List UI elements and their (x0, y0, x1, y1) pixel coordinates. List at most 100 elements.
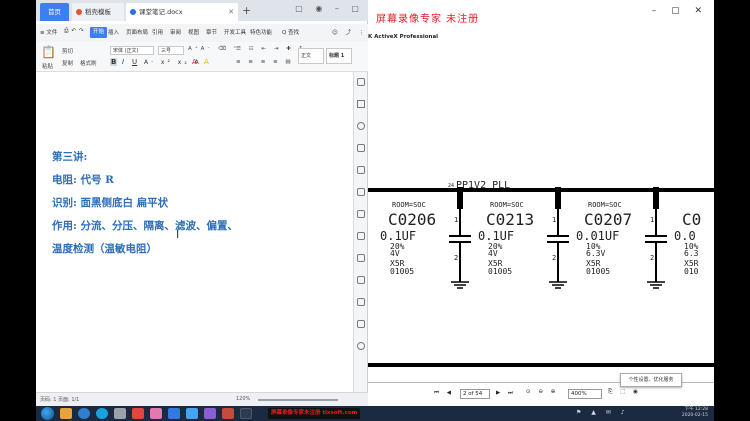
schematic-drawing: 24 PP1V2_PLL 12ROOM=SOCC02060.1UF20%4VX5… (368, 180, 714, 367)
menu-view[interactable]: 视图 (188, 28, 199, 36)
room-label: ROOM=SOC (588, 201, 622, 209)
list-icons[interactable]: ☰ ☷ ⇤ ⇥ ✚ ↕ (236, 46, 306, 52)
view-icons[interactable]: ⊙ ⊖ ⊕ (526, 389, 558, 395)
quick-access-icons[interactable]: ⎙↶↷ (64, 28, 87, 35)
tray-icons[interactable]: ⚑ ▲ ✉ ♪ (576, 409, 629, 416)
font-size-select[interactable]: 三号 (158, 46, 184, 55)
pin-number: 2 (552, 254, 556, 262)
zoom-slider[interactable] (258, 399, 338, 401)
close-tab-icon[interactable]: ✕ (228, 3, 234, 21)
component-ref: C0207 (584, 210, 632, 229)
style-normal[interactable]: 正文 (298, 48, 324, 64)
browser-icon[interactable] (78, 408, 90, 419)
bold-button[interactable]: B (110, 58, 118, 66)
component-package: 01005 (390, 267, 414, 276)
document-icon (130, 9, 136, 15)
menu-special[interactable]: 特色功能 (250, 28, 272, 36)
new-tab-button[interactable]: + (242, 3, 251, 19)
align-icons[interactable]: ≡ ≡ ≡ ≡ ▤ (236, 59, 294, 65)
comment-icon[interactable] (357, 254, 365, 262)
doc-line: 第三讲: (52, 151, 88, 163)
messenger-icon[interactable] (168, 408, 180, 419)
component-value: 0.0 (674, 229, 696, 243)
doc-line: 温度检测（温敏电阻） (52, 243, 157, 255)
capacitor-pin-pad (457, 187, 463, 209)
font-color-icon[interactable]: A (192, 58, 197, 66)
backup-icon[interactable] (357, 298, 365, 306)
tab-home[interactable]: 首页 (40, 3, 69, 21)
copy-button[interactable]: 复制 (62, 59, 73, 67)
font-name-select[interactable]: 宋体 (正文) (110, 46, 154, 55)
doc-line: 识别: 面黑侧底白 扁平状 (52, 197, 169, 209)
paste-button[interactable]: 粘贴 (42, 62, 53, 70)
component-ref: C0213 (486, 210, 534, 229)
image-icon[interactable] (357, 188, 365, 196)
page-nav-icons[interactable]: ⏮ ◀ (434, 390, 454, 397)
tab-document[interactable]: 课堂笔记.docx ✕ (126, 3, 238, 21)
share-icons[interactable]: ☺ ⤴ ⋮ (332, 28, 367, 36)
wps-side-panel (353, 72, 367, 392)
pin-number: 1 (454, 216, 458, 224)
wps-taskbar-icon[interactable] (132, 408, 144, 419)
font-grow-icons[interactable]: A⁺A⁻ ⌫ ⁿ (188, 46, 239, 52)
tool-icons[interactable]: ⎘ ⬚ ◉ (608, 389, 641, 396)
link-icon[interactable] (357, 144, 365, 152)
screen: 首页 稻壳模板 课堂笔记.docx ✕ + ▢ ◉ – ▢ ≡ 文件 ⎙↶↷ 开始… (36, 0, 714, 421)
menu-review[interactable]: 审阅 (170, 28, 181, 36)
notification-toast[interactable]: 个性设置、优化服务 (620, 373, 682, 387)
recorder-icon[interactable] (240, 408, 252, 419)
chat-icon[interactable] (150, 408, 162, 419)
cut-button[interactable]: 剪切 (62, 47, 73, 55)
zoom-select[interactable]: 400% (568, 389, 602, 399)
share-icon[interactable] (357, 276, 365, 284)
menu-references[interactable]: 引用 (152, 28, 163, 36)
pdf-page[interactable]: 24 PP1V2_PLL 1 2 ROOM=SOC C0206 0.1UF 20% 4V X5… (368, 44, 714, 382)
table-icon[interactable] (357, 210, 365, 218)
format-painter-button[interactable]: 格式刷 (80, 59, 97, 67)
menu-file[interactable]: ≡ 文件 (40, 28, 57, 36)
room-label: ROOM=SOC (392, 201, 426, 209)
recorder-watermark: 屏幕录像专家 未注册 (376, 14, 480, 25)
menu-start[interactable]: 开始 (90, 27, 108, 38)
expand-icon[interactable] (357, 78, 365, 86)
pdf-subtitle: K ActiveX Professional (368, 34, 439, 40)
menu-insert[interactable]: 插入 (108, 28, 119, 36)
tab-templates[interactable]: 稻壳模板 (72, 3, 124, 21)
wps-status-bar: 页码: 1 页面: 1/1 120% (36, 392, 368, 406)
navigation-icon[interactable] (357, 122, 365, 130)
capacitor-group: 12ROOM=SOCC02060.1UF20%4VX5R0100512ROOM=… (380, 187, 701, 289)
pin-number: 1 (650, 216, 654, 224)
writer-icon[interactable] (186, 408, 198, 419)
menu-page-layout[interactable]: 页面布局 (126, 28, 148, 36)
italic-button[interactable]: I (122, 58, 124, 66)
underline-button[interactable]: U (132, 58, 137, 66)
menu-chapter[interactable]: 章节 (206, 28, 217, 36)
chart-icon[interactable] (357, 232, 365, 240)
help-icon[interactable] (357, 342, 365, 350)
page-indicator[interactable]: 2 of 54 (460, 389, 490, 399)
wps-menu-bar: ≡ 文件 ⎙↶↷ 开始 插入 页面布局 引用 审阅 视图 章节 开发工具 特色功… (36, 24, 368, 42)
paste-icon[interactable]: 📋 (41, 45, 56, 59)
clock[interactable]: 下午 12:28 2020-02-15 (682, 407, 708, 419)
menu-search[interactable]: Q 查找 (282, 28, 299, 36)
viewer-icon[interactable] (204, 408, 216, 419)
component-voltage: 4V (488, 249, 498, 258)
menu-dev-tools[interactable]: 开发工具 (224, 28, 246, 36)
document-page[interactable]: 第三讲: 电阻: 代号 R 识别: 面黑侧底白 扁平状 作用: 分流、分压、隔离… (36, 72, 354, 392)
page-status: 页码: 1 页面: 1/1 (40, 397, 80, 403)
select-icon[interactable] (357, 100, 365, 108)
highlight-icon[interactable]: A (204, 58, 209, 66)
start-button[interactable] (41, 407, 54, 420)
app-icon[interactable] (114, 408, 126, 419)
layers-icon[interactable] (357, 166, 365, 174)
style-heading[interactable]: 标题 1 (326, 48, 352, 64)
qq-browser-icon[interactable] (96, 408, 108, 419)
page-next-icons[interactable]: ▶ ⏭ (496, 390, 516, 397)
pdf-window-controls[interactable]: – ▢ ✕ (652, 6, 708, 16)
pdf-taskbar-icon[interactable] (222, 408, 234, 419)
wps-window-controls[interactable]: ▢ ◉ – ▢ (295, 4, 364, 13)
component-value: 0.1UF (380, 229, 416, 243)
capacitor-pin-pad (653, 187, 659, 209)
translate-icon[interactable] (357, 320, 365, 328)
file-explorer-icon[interactable] (60, 408, 72, 419)
